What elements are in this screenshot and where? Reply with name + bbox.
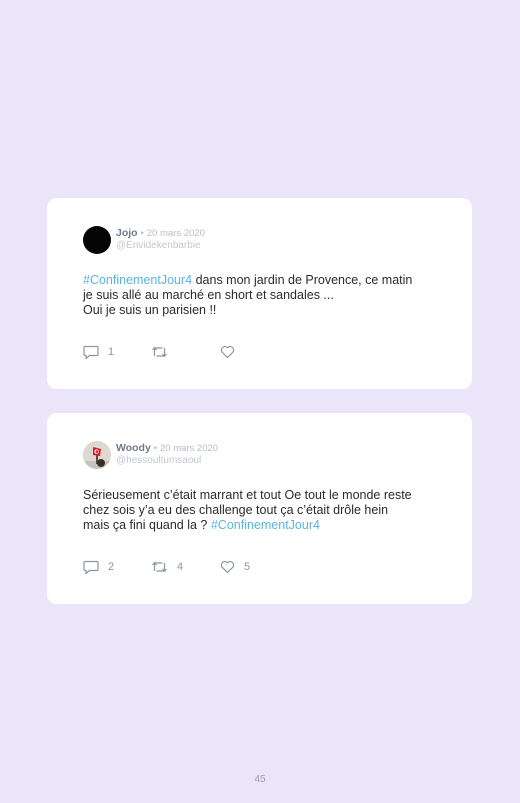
reply-count: 1 [108,346,115,358]
heart-icon [220,345,235,359]
tweet-header: Woody • 20 mars 2020 [116,442,218,455]
separator-dot: • [153,443,158,454]
heart-icon [220,560,235,574]
hashtag-link[interactable]: #ConfinementJour4 [211,518,320,532]
tweet-card[interactable]: Woody • 20 mars 2020 @hessoultumsaoul Sé… [47,413,472,604]
retweet-icon [151,560,168,574]
comment-bubble-icon [83,345,99,360]
reply-button[interactable]: 2 [83,559,114,575]
tweet-actions: 2 4 5 [83,559,283,575]
like-count: 5 [244,561,251,573]
retweet-button[interactable]: 4 [151,559,183,575]
tweet-date: 20 mars 2020 [146,228,205,239]
tweet-actions: 1 [83,344,283,360]
tweet-text-line: Sérieusement c’était marrant et tout Oe … [83,488,412,502]
author-name[interactable]: Woody [116,442,151,454]
tweet-text: Sérieusement c’était marrant et tout Oe … [83,488,443,533]
avatar-photo-icon [83,441,111,469]
tweet-text: #ConfinementJour4 dans mon jardin de Pro… [83,273,443,318]
like-button[interactable] [220,344,244,360]
retweet-button[interactable] [151,344,177,360]
author-handle[interactable]: @Envidekenbarbie [116,240,201,252]
avatar[interactable] [83,441,111,469]
tweet-text-line: mais ça fini quand la ? [83,518,211,532]
tweet-text-line: je suis allé au marché en short et sanda… [83,288,334,302]
tweet-text-line: chez sois y’a eu des challenge tout ça c… [83,503,389,517]
tweet-card[interactable]: Jojo • 20 mars 2020 @Envidekenbarbie #Co… [47,198,472,389]
tweet-header: Jojo • 20 mars 2020 [116,227,205,240]
author-handle[interactable]: @hessoultumsaoul [116,455,201,467]
avatar[interactable] [83,226,111,254]
like-button[interactable]: 5 [220,559,250,575]
retweet-count: 4 [177,561,184,573]
hashtag-link[interactable]: #ConfinementJour4 [83,273,192,287]
retweet-icon [151,345,168,359]
comment-bubble-icon [83,560,99,575]
page-number: 45 [254,774,266,785]
author-name[interactable]: Jojo [116,227,138,239]
separator-dot: • [140,228,144,239]
reply-button[interactable]: 1 [83,344,114,360]
tweet-text-line: dans mon jardin de Provence, ce matin [192,273,413,287]
tweet-text-line: Oui je suis un parisien !! [83,303,217,317]
reply-count: 2 [108,561,115,573]
tweet-date: 20 mars 2020 [159,443,219,454]
